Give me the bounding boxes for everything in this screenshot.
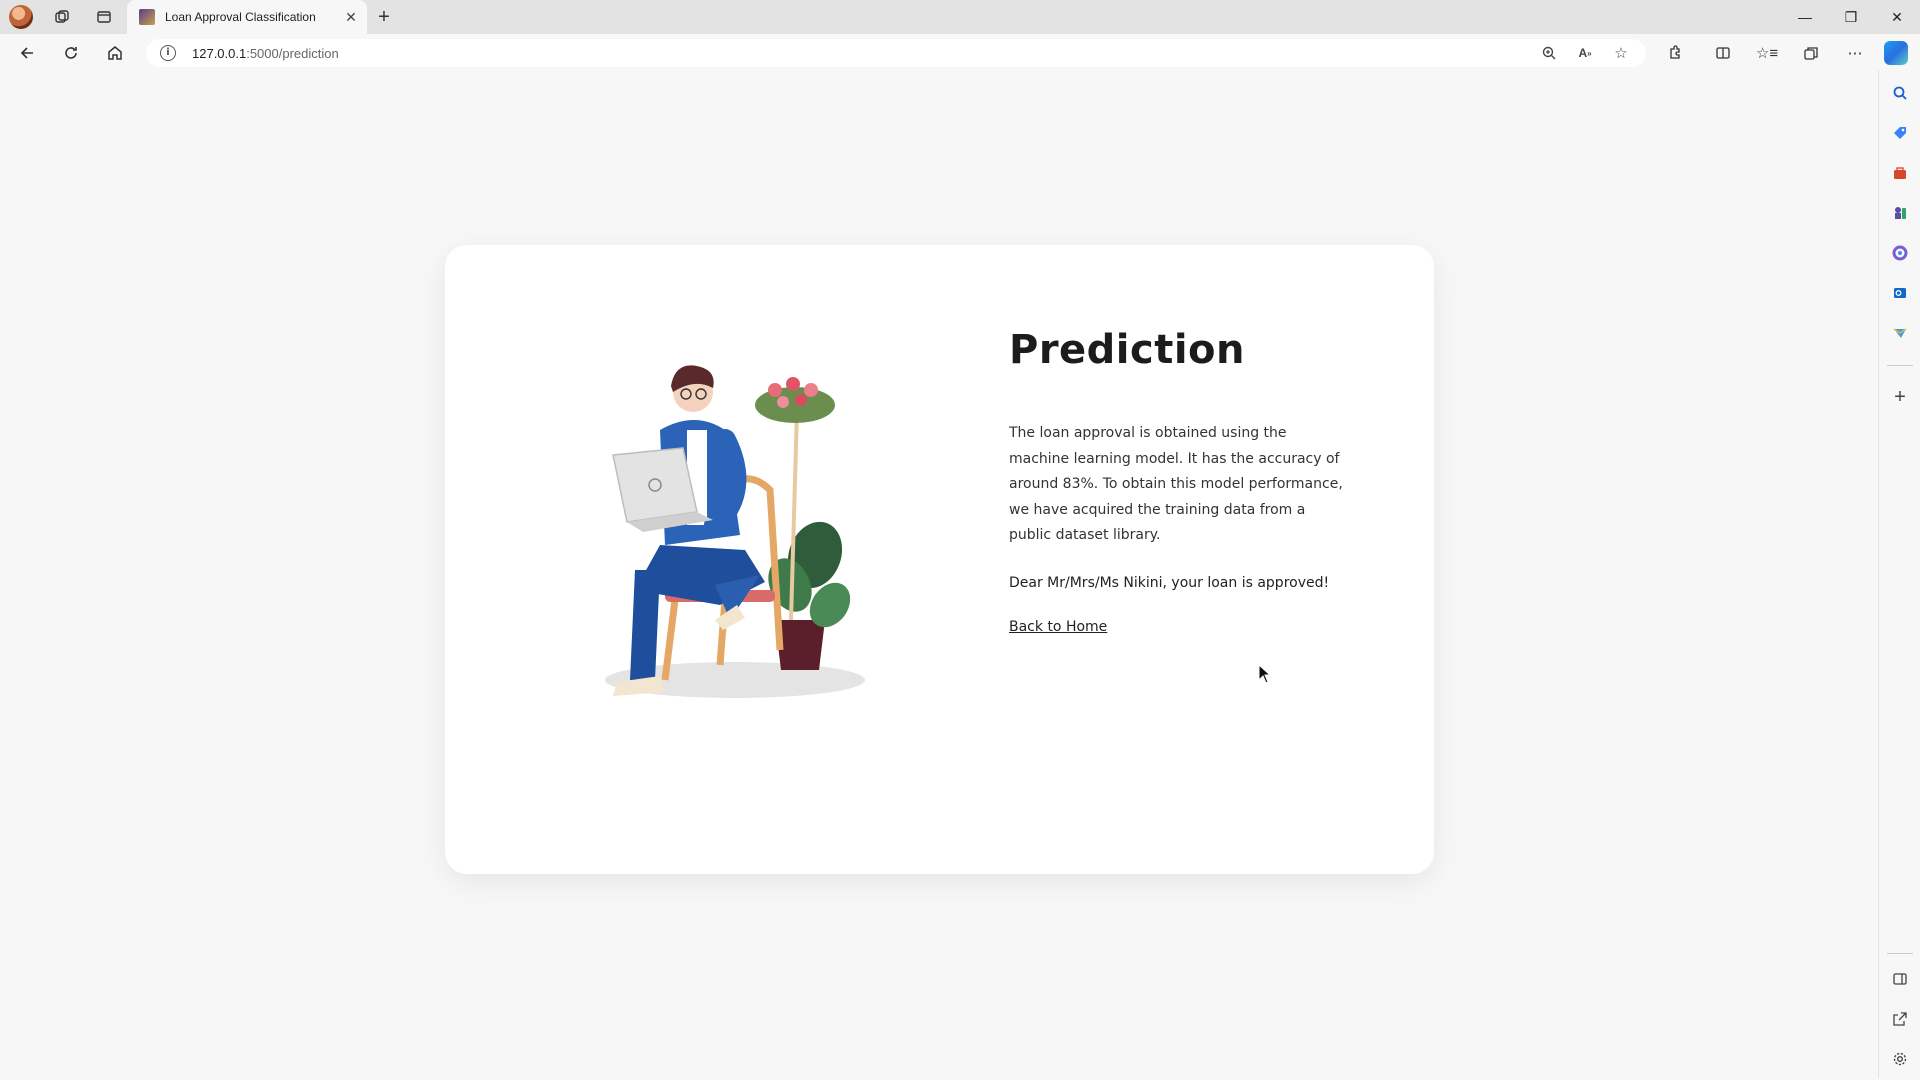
collections-icon[interactable] [1798, 40, 1824, 66]
restore-button[interactable]: ❐ [1828, 0, 1874, 34]
mouse-cursor-icon [1258, 664, 1272, 684]
sidebar-divider [1887, 953, 1913, 954]
new-tab-button[interactable]: + [372, 5, 396, 29]
zoom-icon[interactable] [1538, 42, 1560, 64]
games-icon[interactable] [1889, 202, 1911, 224]
prediction-content: Prediction The loan approval is obtained… [1009, 327, 1349, 635]
tab-favicon [139, 9, 155, 25]
info-icon[interactable]: i [160, 45, 176, 61]
page-viewport: Prediction The loan approval is obtained… [4, 70, 1876, 1076]
read-aloud-icon[interactable]: A» [1574, 42, 1596, 64]
tab-title: Loan Approval Classification [165, 10, 316, 24]
search-icon[interactable] [1889, 82, 1911, 104]
close-tab-icon[interactable]: ✕ [343, 9, 359, 25]
refresh-icon[interactable] [58, 40, 84, 66]
extensions-icon[interactable] [1662, 40, 1688, 66]
workspaces-icon[interactable] [50, 5, 74, 29]
model-description: The loan approval is obtained using the … [1009, 425, 1343, 543]
external-icon[interactable] [1889, 1008, 1911, 1030]
sidebar-divider [1887, 365, 1913, 366]
address-bar[interactable]: i 127.0.0.1:5000/prediction A» ☆ [146, 39, 1646, 67]
settings-icon[interactable] [1889, 1048, 1911, 1070]
tools-icon[interactable] [1889, 162, 1911, 184]
favorite-icon[interactable]: ☆ [1610, 42, 1632, 64]
profile-avatar[interactable] [9, 5, 33, 29]
back-to-home-link[interactable]: Back to Home [1009, 619, 1107, 635]
tab-strip: Loan Approval Classification ✕ + — ❐ ✕ [0, 0, 1920, 34]
drop-icon[interactable] [1889, 322, 1911, 344]
more-icon[interactable]: ⋯ [1842, 40, 1868, 66]
page-title: Prediction [1009, 327, 1246, 373]
tab-loan-approval[interactable]: Loan Approval Classification ✕ [127, 0, 367, 34]
shopping-icon[interactable] [1889, 122, 1911, 144]
office-icon[interactable] [1889, 242, 1911, 264]
prediction-result: Dear Mr/Mrs/Ms Nikini, your loan is appr… [1009, 574, 1330, 591]
split-screen-icon[interactable] [1710, 40, 1736, 66]
add-icon[interactable]: + [1889, 386, 1911, 408]
outlook-icon[interactable] [1889, 282, 1911, 304]
sidebar-toggle-icon[interactable] [1889, 968, 1911, 990]
person-with-laptop-illustration [605, 365, 865, 698]
favorites-icon[interactable]: ☆≡ [1754, 40, 1780, 66]
home-icon[interactable] [102, 40, 128, 66]
edge-sidebar: + [1878, 70, 1920, 1078]
copilot-icon[interactable] [1884, 41, 1908, 65]
close-window-button[interactable]: ✕ [1874, 0, 1920, 34]
url-text[interactable]: 127.0.0.1:5000/prediction [192, 46, 339, 61]
back-icon[interactable] [14, 40, 40, 66]
tab-actions-icon[interactable] [92, 5, 116, 29]
prediction-card: Prediction The loan approval is obtained… [445, 245, 1434, 874]
minimize-button[interactable]: — [1782, 0, 1828, 34]
browser-toolbar: i 127.0.0.1:5000/prediction A» ☆ ☆≡ ⋯ [0, 34, 1920, 70]
